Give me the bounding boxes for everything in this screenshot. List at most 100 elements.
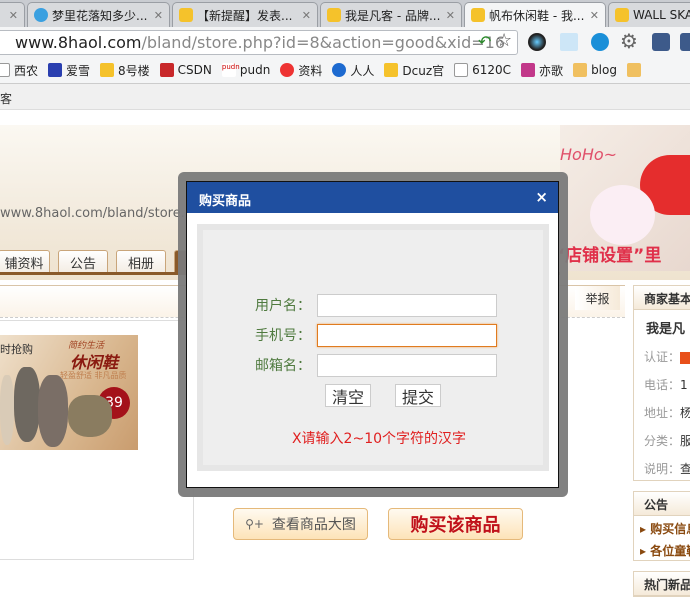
tab-label: 【新提醒】发表... (197, 8, 293, 23)
nav-tab-label: 相册 (127, 256, 154, 272)
close-tab-icon[interactable]: ✕ (442, 9, 455, 22)
folder-icon (626, 63, 641, 77)
bookmark-item[interactable]: 亦歌 (521, 62, 563, 79)
favicon-icon (471, 8, 485, 22)
pudn-icon: pudn (221, 63, 240, 77)
banner-promo-image: HoHo~ “店铺设置”里 (560, 125, 690, 271)
notice-item[interactable]: ▸ 各位童鞋 (634, 538, 690, 560)
extension-clock-icon[interactable] (652, 33, 670, 51)
folder-icon (573, 63, 588, 77)
nav-tab-store-info[interactable]: 铺资料 (0, 250, 50, 273)
bookmark-item[interactable]: 8号楼 (100, 62, 150, 79)
buy-product-dialog: 购买商品 × 用户名： 手机号： 邮箱名： 清空 提交 X请输入2~10个字符的… (186, 181, 559, 488)
bookmark-item[interactable]: CSDN (159, 63, 212, 77)
email-input[interactable] (317, 354, 497, 377)
bookmark-item[interactable]: 爱雪 (48, 62, 90, 79)
bookmark-item[interactable]: 人人 (332, 62, 374, 79)
close-tab-icon[interactable]: ✕ (150, 9, 163, 22)
close-icon[interactable]: × (535, 188, 548, 206)
close-tab-icon[interactable]: ✕ (5, 9, 18, 22)
bookmark-item[interactable]: pudn pudn (221, 63, 271, 77)
favicon-icon (327, 8, 341, 22)
bookmark-label: 8号楼 (118, 63, 150, 78)
row-value: 杨 (680, 406, 690, 420)
extension-play-icon[interactable] (591, 33, 609, 51)
view-large-label: 查看商品大图 (271, 517, 356, 533)
url-input[interactable]: www.8haol.com/bland/store.php?id=8&actio… (0, 30, 518, 55)
bookmark-item[interactable]: Dcuz官 (384, 62, 444, 79)
extension-screenshot-icon[interactable] (560, 33, 578, 51)
bell-icon (384, 63, 399, 77)
phone-label: 手机号： (255, 328, 311, 344)
zoom-in-icon: ⚲+ (245, 517, 264, 531)
shoe-ad-image[interactable]: 时抢购 简约生活 休闲鞋 轻盈舒适 非凡品质 39 (0, 335, 138, 450)
page-title-text: 客 (0, 92, 13, 106)
banner-hoho-text: HoHo~ (560, 145, 618, 164)
csdn-icon (159, 63, 174, 77)
extension-camera-icon[interactable] (528, 33, 546, 51)
bookmark-item[interactable]: 资料 (280, 62, 322, 79)
username-input[interactable] (317, 294, 497, 317)
favicon-icon (179, 8, 193, 22)
bookmark-label: 爱雪 (66, 63, 91, 78)
browser-tab[interactable]: 【新提醒】发表... ✕ (172, 2, 318, 27)
notice-item[interactable]: ▸ 购买信息 (634, 516, 690, 538)
bookmark-item[interactable]: blog (573, 63, 617, 77)
paw-icon (48, 63, 63, 77)
bookmark-label: Dcuz官 (402, 63, 445, 78)
row-value: 1 (680, 378, 688, 392)
browser-tab[interactable]: 我是凡客 - 品牌... ✕ (320, 2, 462, 27)
extension-icon[interactable] (680, 33, 690, 51)
page-icon (0, 63, 10, 77)
phone-input[interactable] (317, 324, 497, 347)
nav-tab-notice[interactable]: 公告 (58, 250, 108, 273)
row-label: 说明： (644, 462, 681, 476)
notice-link[interactable]: 各位童鞋 (650, 544, 690, 558)
bookmark-item[interactable]: 西农 (0, 62, 38, 79)
bookmark-label: 资料 (298, 63, 323, 78)
merchant-info-title: 商家基本 (634, 286, 690, 310)
favicon-icon (34, 8, 48, 22)
tab-label: 我是凡客 - 品牌... (345, 8, 441, 23)
merchant-row-desc: 说明：查 (634, 452, 690, 480)
submit-button[interactable]: 提交 (395, 384, 441, 407)
hot-products-title: 热门新品 (634, 572, 690, 596)
nav-tab-label: 铺资料 (4, 256, 44, 272)
buy-product-button[interactable]: 购买该商品 (388, 508, 523, 540)
dialog-form-panel: 用户名： 手机号： 邮箱名： 清空 提交 X请输入2~10个字符的汉字 (197, 224, 549, 471)
browser-tab-bar: ✕ 梦里花落知多少... ✕ 【新提醒】发表... ✕ 我是凡客 - 品牌... ✕ … (0, 0, 690, 27)
browser-tab[interactable]: WALL SKA (608, 2, 690, 27)
browser-tab-partial[interactable]: ✕ (0, 2, 25, 27)
bookmark-item[interactable]: 6120C (454, 63, 511, 77)
nav-tab-album[interactable]: 相册 (116, 250, 166, 273)
ad-subtitle: 轻盈舒适 非凡品质 (60, 371, 127, 380)
shoe-image (38, 375, 68, 447)
browser-tab[interactable]: 梦里花落知多少... ✕ (27, 2, 170, 27)
bookmark-label: 亦歌 (539, 63, 564, 78)
merchant-row-category: 分类：服 (634, 424, 690, 452)
bookmark-label: blog (591, 63, 617, 77)
right-sidebar: 商家基本 我是凡 认证： 电话：1 地址：杨 分类：服 说明：查 公告 ▸ 购买… (633, 285, 690, 607)
dialog-header: 购买商品 × (187, 182, 558, 213)
clear-button[interactable]: 清空 (325, 384, 371, 407)
close-tab-icon[interactable]: ✕ (586, 9, 599, 22)
row-value: 服 (680, 434, 690, 448)
bookmark-folder[interactable] (626, 63, 645, 77)
bookmarks-bar: 西农 爱雪 8号楼 CSDN pudn pudn 资料 人人 Dcuz官 6120… (0, 57, 690, 84)
bookmark-label: pudn (239, 63, 271, 77)
report-link[interactable]: 举报 (575, 286, 620, 310)
close-tab-icon[interactable]: ✕ (298, 9, 311, 22)
row-label: 地址： (644, 406, 681, 420)
settings-gear-icon[interactable]: ⚙ (620, 29, 638, 53)
bookmark-star-icon[interactable]: ☆ (496, 30, 512, 51)
weibo-icon (280, 63, 295, 77)
dialog-title: 购买商品 (199, 194, 252, 209)
merchant-row-cert: 认证： (634, 340, 690, 368)
tab-label: 梦里花落知多少... (52, 8, 148, 23)
browser-tab-active[interactable]: 帆布休闲鞋 - 我... ✕ (464, 2, 606, 27)
notice-link[interactable]: 购买信息 (650, 522, 690, 536)
view-large-image-button[interactable]: ⚲+ 查看商品大图 (233, 508, 368, 540)
go-back-arrow-icon[interactable]: ↶ (478, 32, 491, 51)
email-label: 邮箱名： (255, 358, 311, 374)
row-value: 查 (680, 462, 690, 476)
